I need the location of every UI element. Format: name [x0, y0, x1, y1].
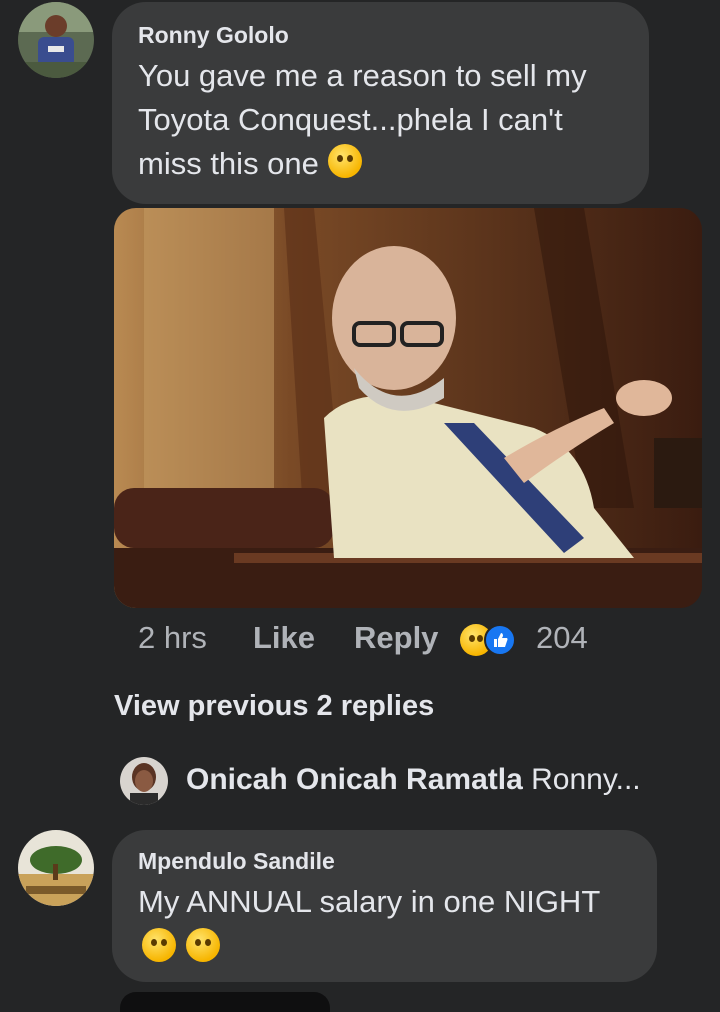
reactions-summary[interactable]: 204 — [460, 620, 610, 660]
comment-emoji-row — [142, 928, 221, 963]
comment-text-segment: miss this one — [138, 146, 319, 181]
comment-text-line: You gave me a reason to sell my — [138, 58, 587, 93]
comment-meta-row: 2 hrs Like Reply 204 — [138, 620, 618, 660]
reply-button[interactable]: Reply — [354, 620, 438, 656]
reply-preview-author[interactable]: Onicah Onicah Ramatla — [186, 763, 523, 796]
avatar-onicah[interactable] — [120, 757, 168, 805]
crying-face-emoji — [142, 928, 176, 962]
crying-smile-emoji — [327, 144, 362, 178]
reaction-count: 204 — [536, 620, 588, 655]
like-reaction-icon — [484, 624, 516, 656]
like-button[interactable]: Like — [253, 620, 315, 656]
reply-preview-text: Ronny... — [531, 763, 641, 796]
avatar-ronny[interactable] — [18, 2, 94, 78]
comment-text: My ANNUAL salary in one NIGHT — [138, 884, 601, 919]
comment-text-line: Toyota Conquest...phela I can't — [138, 102, 563, 137]
avatar-mpendulo[interactable] — [18, 830, 94, 906]
reply-preview[interactable]: Onicah Onicah Ramatla Ronny... — [186, 763, 641, 797]
next-comment-photo-edge — [120, 992, 330, 1012]
comment-text-line: miss this one — [138, 142, 362, 186]
comment-timestamp[interactable]: 2 hrs — [138, 620, 207, 656]
comment-author[interactable]: Mpendulo Sandile — [138, 848, 335, 875]
view-previous-replies-link[interactable]: View previous 2 replies — [114, 690, 434, 723]
weary-face-emoji — [186, 928, 221, 962]
comment-photo[interactable] — [114, 208, 702, 608]
comment-author[interactable]: Ronny Gololo — [138, 22, 289, 49]
